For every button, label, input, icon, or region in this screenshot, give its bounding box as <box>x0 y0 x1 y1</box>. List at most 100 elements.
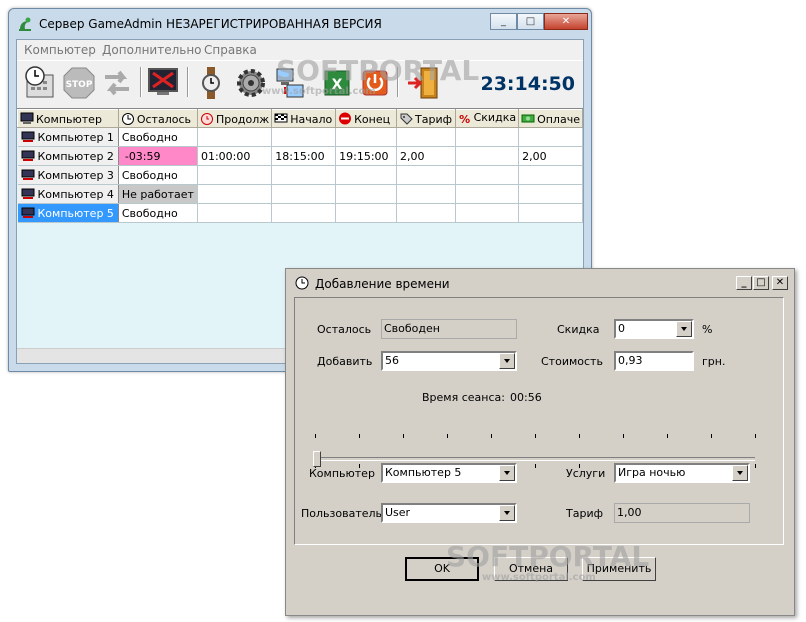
chevron-down-icon[interactable] <box>499 465 515 481</box>
cell-remaining[interactable]: Не работает <box>118 184 198 204</box>
table-row[interactable]: Компьютер 1 Свободно <box>17 127 583 147</box>
cost-label: Стоимость <box>541 355 603 368</box>
cell-tariff[interactable] <box>396 184 456 204</box>
dialog-close-button[interactable]: ✕ <box>772 276 788 290</box>
transfer-arrows-icon[interactable] <box>99 65 135 101</box>
computer-icon <box>20 112 34 124</box>
cell-start[interactable] <box>271 165 337 185</box>
cell-duration[interactable] <box>197 127 273 147</box>
column-header-end[interactable]: Конец <box>335 109 398 128</box>
cell-computer[interactable]: Компьютер 1 <box>17 127 119 147</box>
ok-button[interactable]: OK <box>405 557 479 581</box>
chevron-down-icon[interactable] <box>499 505 515 521</box>
cell-tariff[interactable] <box>396 165 456 185</box>
exit-door-icon[interactable] <box>405 65 441 101</box>
cell-paid[interactable] <box>518 203 583 223</box>
cell-remaining[interactable]: Свободно <box>118 203 198 223</box>
computers-table: Компьютер Осталось Продолж Начало Конец … <box>17 109 583 223</box>
cell-paid[interactable] <box>518 165 583 185</box>
cell-end[interactable] <box>335 203 398 223</box>
wristwatch-icon[interactable] <box>193 65 229 101</box>
cell-start[interactable]: 18:15:00 <box>271 146 337 166</box>
cell-computer[interactable]: Компьютер 2 <box>17 146 119 166</box>
cell-end[interactable] <box>335 184 398 204</box>
column-header-remaining[interactable]: Осталось <box>117 109 198 128</box>
cell-end[interactable] <box>335 165 398 185</box>
dialog-titlebar[interactable]: Добавление времени _ □ ✕ <box>289 272 791 294</box>
cell-paid[interactable] <box>518 127 583 147</box>
cell-paid[interactable]: 2,00 <box>518 146 583 166</box>
services-select[interactable]: Игра ночью <box>614 463 750 483</box>
cell-computer[interactable]: Компьютер 3 <box>17 165 119 185</box>
cell-end[interactable] <box>335 127 398 147</box>
cell-duration[interactable] <box>197 165 273 185</box>
add-time-value: 56 <box>385 354 399 367</box>
user-select[interactable]: User <box>381 503 517 523</box>
dialog-minimize-button[interactable]: _ <box>736 276 752 290</box>
cost-field[interactable]: 0,93 <box>614 351 694 371</box>
tariff-field: 1,00 <box>614 503 750 523</box>
column-header-paid[interactable]: Оплаче <box>518 109 583 128</box>
cell-remaining[interactable]: Свободно <box>118 165 198 185</box>
column-header-discount[interactable]: % Скидка <box>454 109 520 128</box>
dialog-maximize-button[interactable]: □ <box>753 276 769 290</box>
maximize-button[interactable]: □ <box>517 13 544 30</box>
menu-computer[interactable]: Компьютер <box>24 43 96 57</box>
table-row[interactable]: Компьютер 2 -03:59 01:00:00 18:15:00 19:… <box>17 146 583 166</box>
cell-remaining[interactable]: Свободно <box>118 127 198 147</box>
toolbar: STOP X 23:14:50 <box>17 61 583 107</box>
cell-computer[interactable]: Компьютер 5 <box>17 203 119 223</box>
table-row[interactable]: Компьютер 3 Свободно <box>17 165 583 185</box>
cell-end[interactable]: 19:15:00 <box>335 146 398 166</box>
cell-tariff[interactable] <box>396 203 456 223</box>
column-header-start[interactable]: Начало <box>271 109 337 128</box>
chevron-down-icon[interactable] <box>732 465 748 481</box>
apply-button[interactable]: Применить <box>582 557 656 581</box>
main-titlebar[interactable]: Сервер GameAdmin НЕЗАРЕГИСТРИРОВАННАЯ ВЕ… <box>9 9 591 39</box>
cell-tariff[interactable] <box>396 127 456 147</box>
table-row-selected[interactable]: Компьютер 5 Свободно <box>17 203 583 223</box>
computer-select[interactable]: Компьютер 5 <box>381 463 517 483</box>
cell-tariff[interactable]: 2,00 <box>396 146 456 166</box>
power-icon[interactable] <box>357 65 393 101</box>
cell-duration[interactable]: 01:00:00 <box>197 146 273 166</box>
network-computer-icon[interactable] <box>273 65 309 101</box>
time-slider-thumb[interactable] <box>313 451 321 467</box>
cell-duration[interactable] <box>197 203 273 223</box>
table-row[interactable]: Компьютер 4 Не работает <box>17 184 583 204</box>
column-header-duration[interactable]: Продолж <box>196 109 273 128</box>
calculator-clock-icon[interactable] <box>23 65 59 101</box>
excel-export-icon[interactable]: X <box>319 65 355 101</box>
add-time-combo[interactable]: 56 <box>381 351 517 371</box>
minimize-button[interactable]: _ <box>490 13 517 30</box>
cell-discount[interactable] <box>455 146 520 166</box>
cancel-button[interactable]: Отмена <box>494 557 568 581</box>
cell-duration[interactable] <box>197 184 273 204</box>
services-label: Услуги <box>566 467 606 480</box>
cell-discount[interactable] <box>455 184 520 204</box>
column-header-computer[interactable]: Компьютер <box>17 109 119 128</box>
time-slider-track[interactable] <box>315 457 755 461</box>
cell-discount[interactable] <box>455 127 520 147</box>
column-header-tariff[interactable]: Тариф <box>396 109 456 128</box>
stop-icon[interactable]: STOP <box>61 65 97 101</box>
cell-start[interactable] <box>271 127 337 147</box>
cell-computer[interactable]: Компьютер 4 <box>17 184 119 204</box>
discount-select[interactable]: 0 <box>614 319 694 339</box>
menu-additional[interactable]: Дополнительно <box>102 43 202 57</box>
cell-remaining[interactable]: -03:59 <box>118 146 198 166</box>
close-button[interactable]: ✕ <box>544 13 588 30</box>
chevron-down-icon[interactable] <box>499 353 515 369</box>
menu-help[interactable]: Справка <box>204 43 257 57</box>
toolbar-separator <box>397 67 399 97</box>
cell-start[interactable] <box>271 184 337 204</box>
cell-discount[interactable] <box>455 165 520 185</box>
cell-paid[interactable] <box>518 184 583 204</box>
cell-discount[interactable] <box>455 203 520 223</box>
settings-gear-icon[interactable] <box>233 65 269 101</box>
chevron-down-icon[interactable] <box>676 321 692 337</box>
cell-text: Компьютер 2 <box>37 149 114 163</box>
slider-tick <box>491 434 492 438</box>
cell-start[interactable] <box>271 203 337 223</box>
monitor-off-icon[interactable] <box>145 65 181 101</box>
